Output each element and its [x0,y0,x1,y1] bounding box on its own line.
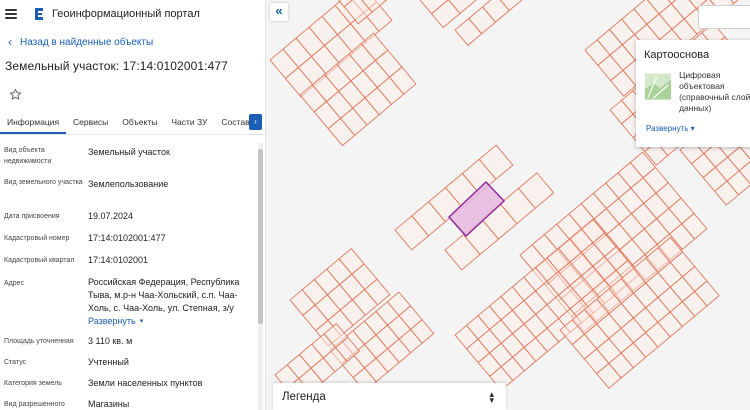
map-search-input[interactable] [698,5,750,29]
property-value: Учтенный [88,357,129,367]
property-label: Вид земельного участка [4,179,83,186]
object-title: Земельный участок: 17:14:0102001:477 [5,59,228,73]
property-label: Адрес [4,280,25,287]
favorite-button[interactable] [2,81,28,107]
back-to-results-link[interactable]: ‹ Назад в найденные объекты [0,28,265,56]
scrollbar-thumb[interactable] [258,149,263,324]
tabs-scroll-right-button[interactable]: › [249,114,262,130]
property-value: Земельный участок [88,147,170,157]
address-expand-link[interactable]: Развернуть ▾ [88,315,143,328]
property-value: 3 110 кв. м [88,336,133,346]
chevron-left-icon: ‹ [8,35,12,49]
star-icon [9,88,21,99]
property-row-address: Адрес Российская Федерация, Республика Т… [0,274,262,333]
address-value: Российская Федерация, Республика Тыва, м… [88,277,240,313]
collapse-panel-button[interactable]: « [270,3,288,21]
property-row: Дата присвоения 19.07.2024 [0,207,262,229]
basemap-expand-link[interactable]: Развернуть ▾ [636,114,750,133]
info-panel: Геоинформационный портал ‹ Назад в найде… [0,0,266,410]
property-label: Вид объекта недвижимости [4,147,52,165]
tab-info[interactable]: Информация [0,111,67,134]
back-link-label: Назад в найденные объекты [20,36,154,48]
property-value: 17:14:0102001:477 [88,233,166,243]
basemap-card: Картооснова Цифровая объектовая (справоч… [636,40,750,147]
property-value: Земли населенных пунктов [88,378,203,388]
app-title: Геоинформационный портал [52,8,200,20]
tab-services[interactable]: Сервисы [66,111,115,134]
property-label: Кадастровый номер [4,235,70,242]
basemap-item[interactable]: Цифровая объектовая (справочный слой дан… [636,70,750,114]
chevron-down-icon: ▾ [139,318,144,325]
property-value: 19.07.2024 [88,211,134,221]
property-row: Кадастровый номер 17:14:0102001:477 [0,229,262,251]
property-row: Вид разрешенного использования Магазины [0,396,262,410]
hamburger-icon[interactable] [5,9,17,19]
legend-label: Легенда [282,390,326,403]
portal-logo-icon [35,8,43,20]
property-label: Вид разрешенного использования [4,401,65,408]
sort-arrows-icon[interactable]: ▴ ▾ [489,389,494,404]
property-value-wrap: Российская Федерация, Республика Тыва, м… [88,274,248,333]
chevron-down-icon: ▾ [690,124,695,133]
property-label: Статус [4,359,27,366]
chevron-right-icon: › [254,117,257,126]
property-row: Площадь уточненная 3 110 кв. м [0,333,262,354]
top-bar: Геоинформационный портал [0,0,265,28]
property-row: Статус Учтенный [0,354,262,375]
panel-scrollbar[interactable] [258,143,263,410]
tab-parts[interactable]: Части ЗУ [164,111,214,134]
property-label: Площадь уточненная [4,338,74,345]
basemap-thumbnail [645,73,672,100]
tab-objects[interactable]: Объекты [115,111,164,134]
property-row: Категория земель Земли населенных пункто… [0,375,262,396]
property-row: Вид земельного участка Землепользование [0,175,262,207]
property-value: Землепользование [88,179,169,189]
property-label: Категория земель [4,380,62,387]
double-chevron-left-icon: « [275,3,283,18]
property-list: Вид объекта недвижимости Земельный участ… [0,143,262,410]
legend-bar[interactable]: Легенда ▴ ▾ [273,383,506,410]
basemap-item-text: Цифровая объектовая (справочный слой дан… [679,70,750,113]
property-value: Магазины [88,399,130,409]
property-label: Кадастровый квартал [4,257,75,264]
basemap-title: Картооснова [644,49,710,61]
expand-label: Развернуть [88,316,136,326]
property-value: 17:14:0102001 [88,255,149,265]
expand-label: Развернуть [646,124,689,133]
property-label: Дата присвоения [4,213,60,220]
property-row: Вид объекта недвижимости Земельный участ… [0,143,262,175]
tab-bar: Информация Сервисы Объекты Части ЗУ Сост… [0,111,265,135]
property-row: Кадастровый квартал 17:14:0102001 [0,251,262,274]
